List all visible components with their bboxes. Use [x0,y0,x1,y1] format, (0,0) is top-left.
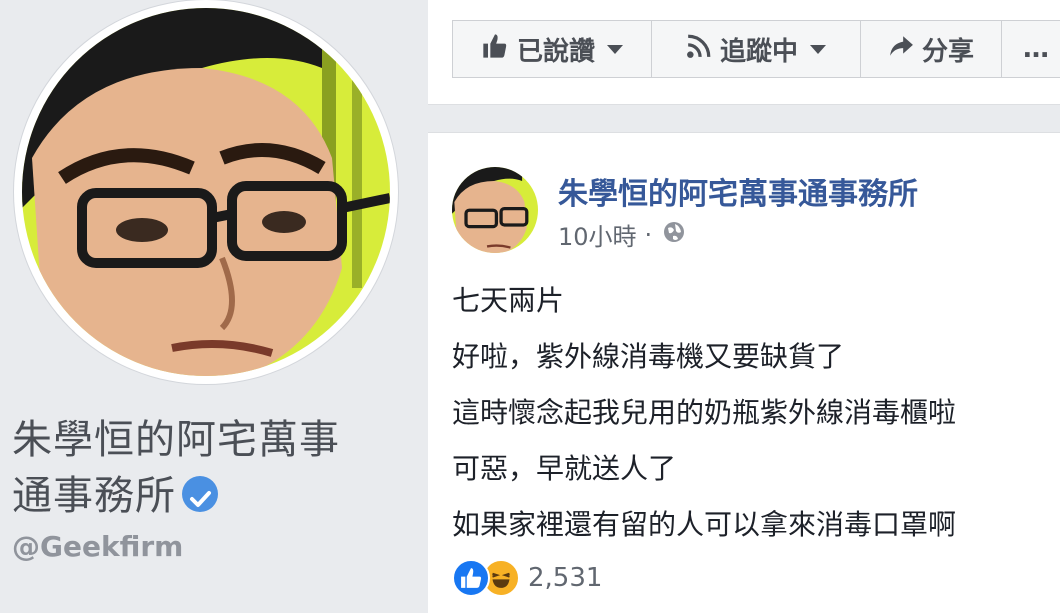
chevron-down-icon [810,44,826,54]
page-name[interactable]: 朱學恒的阿宅萬事 通事務所 [12,412,412,524]
like-reaction-icon [452,559,490,597]
post-text-line: 可惡，早就送人了 [452,452,677,485]
liked-button-label: 已說讚 [516,36,595,67]
page-avatar[interactable] [14,0,398,384]
share-button[interactable]: 分享 [860,20,1002,78]
rss-icon [686,33,712,66]
page-handle[interactable]: @Geekfirm [12,530,183,563]
avatar-portrait-image [22,8,390,376]
post-text-line: 七天兩片 [452,284,565,317]
post-text-line: 這時懷念起我兒用的奶瓶紫外線消毒櫃啦 [452,396,957,429]
post-author-name[interactable]: 朱學恒的阿宅萬事通事務所 [558,169,918,213]
globe-icon[interactable] [662,220,686,250]
page-name-line1: 朱學恒的阿宅萬事 [12,417,340,463]
page-profile-column: 朱學恒的阿宅萬事 通事務所 @Geekfirm [0,0,420,596]
post-card: 朱學恒的阿宅萬事通事務所 10小時 · 七天兩片 好啦，紫外線消毒機又要缺貨了 … [428,132,1060,613]
thumbs-up-icon [481,32,509,67]
share-button-label: 分享 [921,36,974,67]
more-icon: … [1023,34,1049,64]
meta-separator: · [644,220,653,249]
reaction-summary[interactable]: 2,531 [452,559,602,597]
verified-badge-icon [182,476,218,512]
post-body: 七天兩片 好啦，紫外線消毒機又要缺貨了 這時懷念起我兒用的奶瓶紫外線消毒櫃啦 可… [452,273,1060,553]
post-author-avatar[interactable] [452,167,538,253]
following-button[interactable]: 追蹤中 [651,20,861,78]
avatar-portrait-image [452,167,538,253]
post-meta: 10小時 · [558,217,686,252]
post-text-line: 如果家裡還有留的人可以拿來消毒口罩啊 [452,508,957,541]
post-timestamp[interactable]: 10小時 [558,217,637,252]
post-text-line: 好啦，紫外線消毒機又要缺貨了 [452,340,845,373]
more-options-button[interactable]: … [1001,20,1060,78]
following-button-label: 追蹤中 [719,36,798,67]
reaction-count: 2,531 [528,563,603,593]
share-arrow-icon [888,33,914,66]
liked-button[interactable]: 已說讚 [452,20,652,78]
page-name-line2: 通事務所 [12,473,176,519]
chevron-down-icon [607,44,623,54]
page-action-bar: 已說讚 追蹤中 分享 … [428,0,1060,105]
